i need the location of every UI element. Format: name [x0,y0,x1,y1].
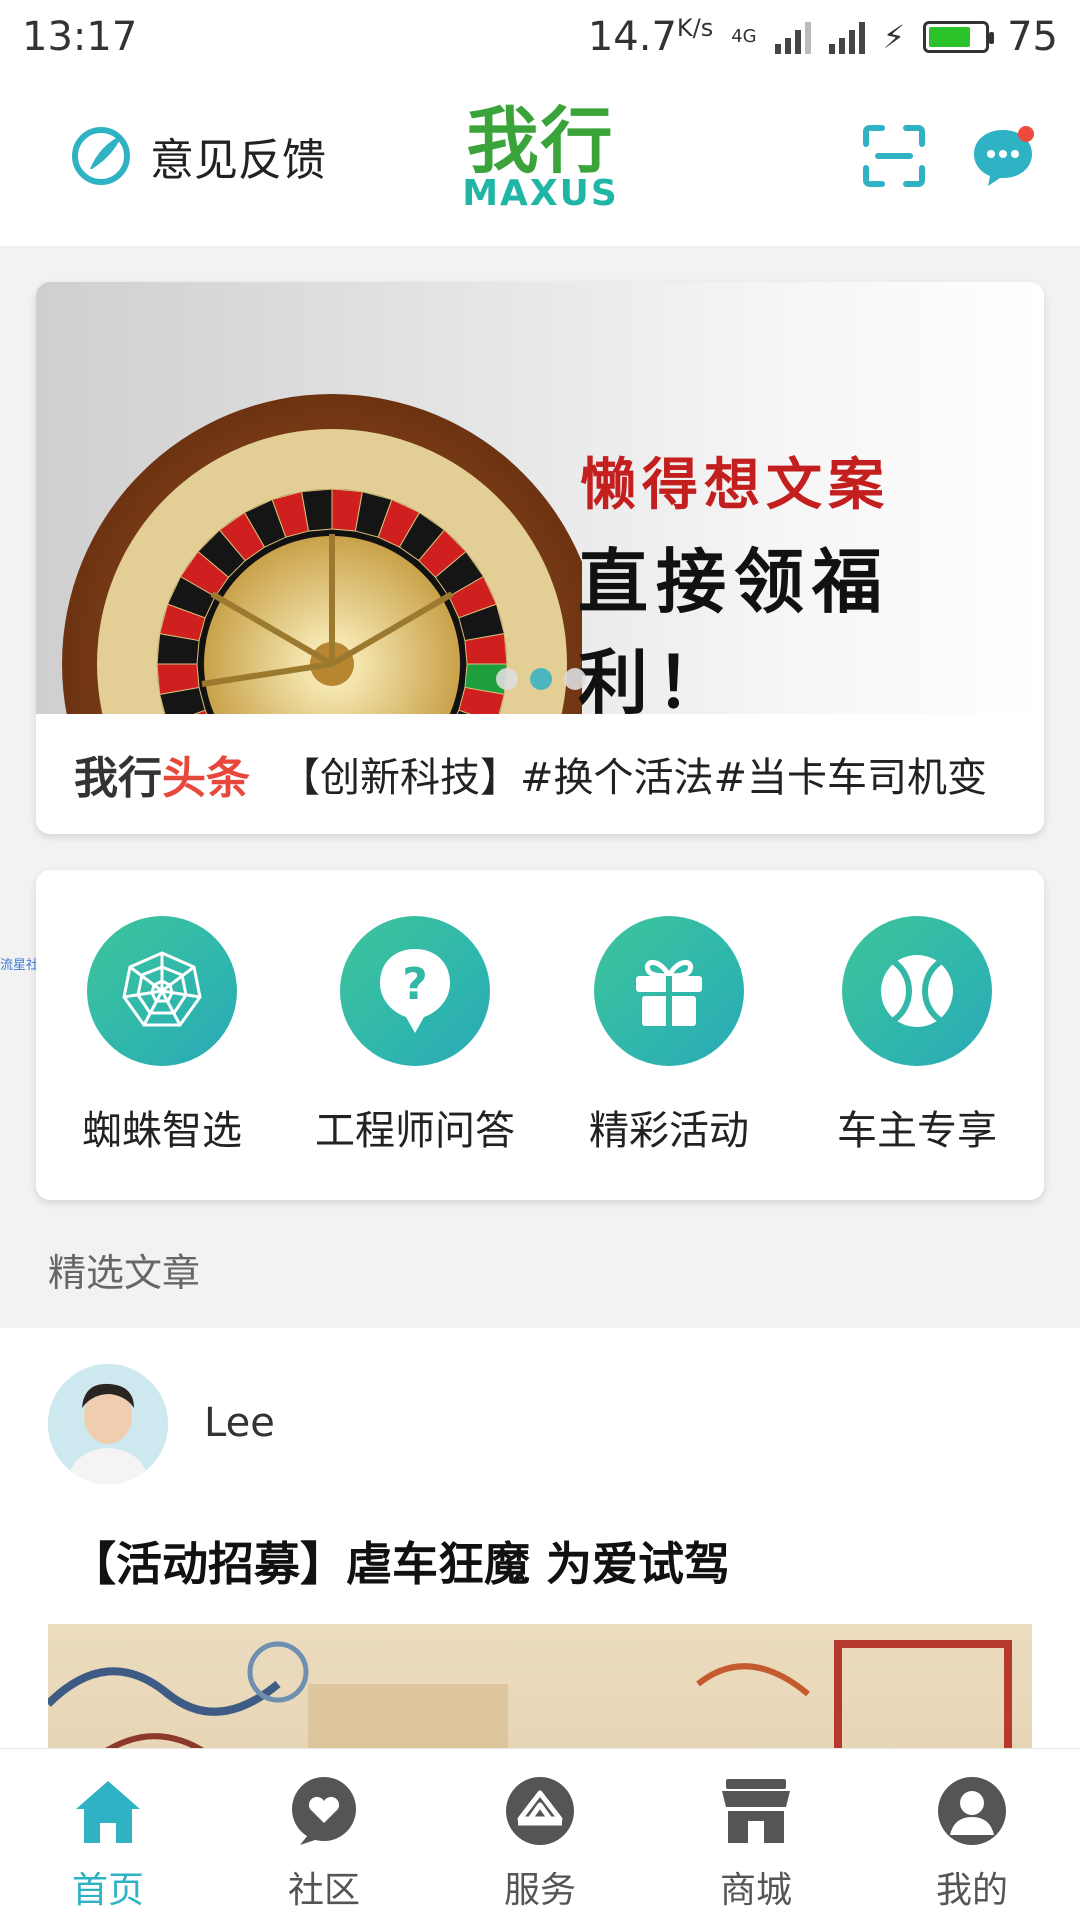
author-avatar-image [48,1364,168,1484]
ticker-text[interactable]: 【创新科技】#换个活法#当卡车司机变 [280,745,987,803]
ticker-brand: 我行 [74,753,162,804]
feedback-label: 意见反馈 [150,135,326,186]
scan-icon[interactable] [862,124,926,188]
signal-icon-2 [828,20,865,54]
spider-web-icon [122,951,202,1027]
user-icon [938,1777,1006,1845]
battery-percent: 75 [1007,14,1058,60]
heart-bubble-icon [292,1777,356,1845]
home-icon [76,1781,140,1843]
banner-card: 懒得想文案 直接领福利！ 我行 头条 【创新科技】#换个活法#当卡车司机变 [36,282,1044,834]
avatar[interactable] [48,1364,168,1484]
news-ticker[interactable]: 我行 头条 【创新科技】#换个活法#当卡车司机变 [36,714,1044,834]
author-name[interactable]: Lee [204,1400,275,1446]
maxus-logo: 我行 MAXUS [462,98,619,214]
service-icon [506,1777,574,1845]
tab-community[interactable]: 社区 [216,1749,432,1920]
status-bar: 13:17 14.7K/s 4G ⚡ 75 [0,0,1080,74]
status-indicators: 14.7K/s 4G ⚡ 75 [588,14,1058,60]
ticker-brand-highlight: 头条 [162,753,250,804]
shortcut-engineer-qa[interactable]: ? 工程师问答 [290,916,540,1156]
shortcut-label: 蜘蛛智选 [82,1108,242,1154]
shortcut-label: 工程师问答 [315,1108,515,1154]
bottom-tab-bar: 首页 社区 服务 商城 我的 [0,1748,1080,1920]
status-time: 13:17 [22,14,138,60]
shortcut-activities[interactable]: 精彩活动 [544,916,794,1156]
svg-text:?: ? [402,959,428,1010]
shortcut-spider-select[interactable]: 蜘蛛智选 [37,916,287,1156]
shortcut-label: 车主专享 [837,1108,997,1154]
tab-profile[interactable]: 我的 [864,1749,1080,1920]
banner-carousel[interactable]: 懒得想文案 直接领福利！ [36,282,1044,714]
tab-mall[interactable]: 商城 [648,1749,864,1920]
tennis-ball-icon [881,955,953,1027]
carousel-indicator [496,668,586,690]
carousel-dot [496,668,518,690]
section-title: 精选文章 [48,1251,201,1295]
feedback-pen-icon [72,127,130,185]
tab-home[interactable]: 首页 [0,1749,216,1920]
store-icon [722,1779,790,1843]
feedback-button[interactable]: 意见反馈 [70,124,326,188]
shortcut-grid: 蜘蛛智选 ? 工程师问答 精彩活动 车主专享 [36,870,1044,1200]
article-title[interactable]: 【活动招募】虐车狂魔 为爱试驾 [70,1528,730,1594]
gift-icon [636,960,702,1026]
shortcut-owner-exclusive[interactable]: 车主专享 [792,916,1042,1156]
banner-headline: 直接领福利！ [578,540,890,714]
shortcut-label: 精彩活动 [589,1108,749,1154]
charging-icon: ⚡ [882,18,906,56]
network-type: 4G [731,26,757,47]
signal-icon [774,20,811,54]
tab-service[interactable]: 服务 [432,1749,648,1920]
carousel-dot-active [530,668,552,690]
roulette-wheel-image [62,394,582,714]
net-speed: 14.7K/s [587,14,714,60]
app-header: 意见反馈 我行 MAXUS [0,74,1080,246]
banner-tagline: 懒得想文案 [580,452,890,518]
battery-icon [923,21,995,53]
carousel-dot [564,668,586,690]
question-bubble-icon: ? [380,949,450,1033]
message-icon[interactable] [970,122,1036,188]
